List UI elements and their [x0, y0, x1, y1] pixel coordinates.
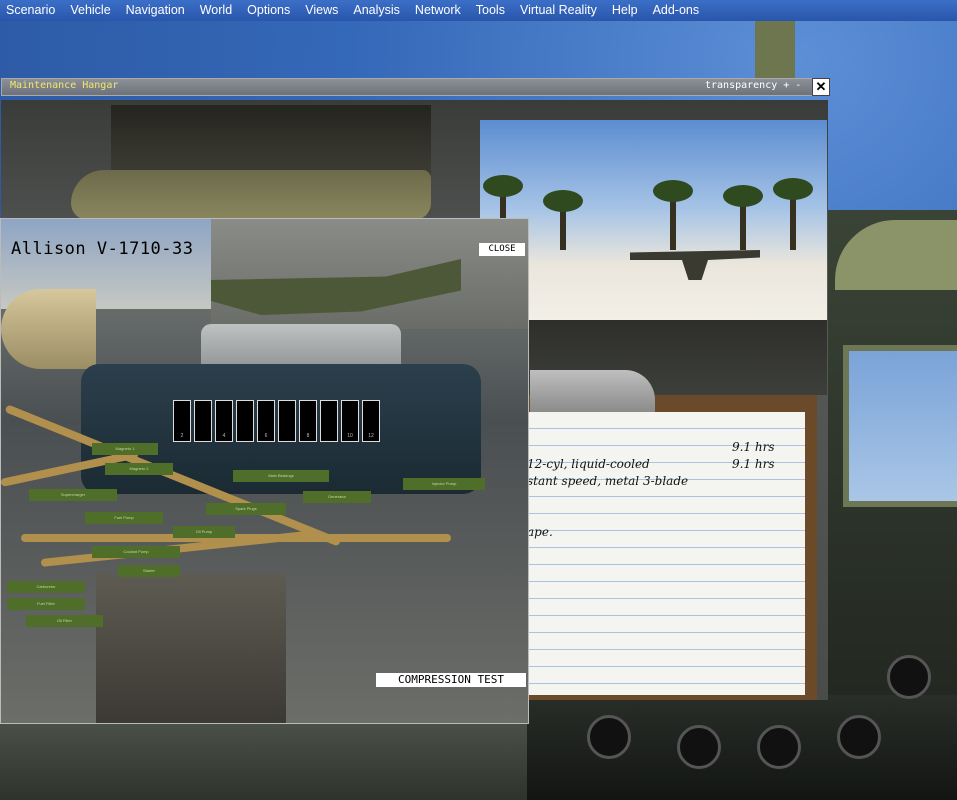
engine-panel: Allison V-1710-33 CLOSE 2 4 6 8 10 12 Ma…	[0, 218, 529, 724]
menu-views[interactable]: Views	[299, 0, 347, 21]
menu-add-ons[interactable]: Add-ons	[647, 0, 709, 21]
cylinder-slot[interactable]: 4	[215, 400, 233, 442]
gauge-icon	[677, 725, 721, 769]
note-hours-2: 9.1 hrs	[732, 457, 775, 471]
hangar-close-button[interactable]: ✕	[812, 78, 830, 96]
notes-paper: 9.1 hrs 12-cyl, liquid-cooled 9.1 hrs st…	[527, 412, 805, 695]
part-button[interactable]: Oil Filter	[26, 615, 103, 627]
part-button[interactable]: Starter	[118, 565, 180, 577]
ground	[0, 722, 527, 800]
cylinder-slot[interactable]: 10	[341, 400, 359, 442]
note-hours-1: 9.1 hrs	[732, 440, 775, 454]
airfield-photo	[480, 120, 827, 320]
compression-test-button[interactable]: COMPRESSION TEST	[376, 673, 526, 687]
part-button[interactable]: Magneto 1	[92, 443, 158, 455]
menu-bar: Scenario Vehicle Navigation World Option…	[0, 0, 957, 21]
cylinder-slot[interactable]	[194, 400, 212, 442]
cylinder-row: 2 4 6 8 10 12	[173, 400, 380, 442]
gauge-icon	[587, 715, 631, 759]
palm-tree	[543, 190, 583, 212]
palm-tree	[723, 185, 763, 207]
part-button[interactable]: Spark Plugs	[206, 503, 286, 515]
part-button[interactable]: Injector Pump	[403, 478, 485, 490]
menu-world[interactable]: World	[194, 0, 241, 21]
part-button[interactable]: Oil Pump	[173, 526, 235, 538]
gauge-icon	[887, 655, 931, 699]
instrument-panel	[527, 655, 957, 800]
cylinder-slot[interactable]: 6	[257, 400, 275, 442]
menu-help[interactable]: Help	[606, 0, 647, 21]
menu-options[interactable]: Options	[241, 0, 299, 21]
canopy-glass	[843, 345, 957, 507]
menu-virtual-reality[interactable]: Virtual Reality	[514, 0, 606, 21]
hangar-window-title: Maintenance Hangar	[10, 80, 119, 91]
palm-tree	[483, 175, 523, 197]
engine-stand	[96, 574, 286, 723]
gauge-icon	[757, 725, 801, 769]
engine-cowl	[1, 289, 96, 369]
part-button[interactable]: Generator	[303, 491, 371, 503]
part-button[interactable]: Magneto 2	[105, 463, 173, 475]
engine-title: Allison V-1710-33	[11, 239, 194, 259]
hangar-window-titlebar[interactable]: Maintenance Hangar transparency + -	[1, 78, 830, 96]
cylinder-slot[interactable]	[278, 400, 296, 442]
menu-analysis[interactable]: Analysis	[347, 0, 409, 21]
part-button[interactable]: Coolant Pump	[92, 546, 180, 558]
hangar-aircraft	[71, 170, 431, 220]
part-button[interactable]: Fuel Pump	[85, 512, 163, 524]
note-propeller: stant speed, metal 3-blade	[527, 474, 689, 488]
note-engine-type: 12-cyl, liquid-cooled	[527, 457, 650, 471]
transparency-control[interactable]: transparency + -	[705, 80, 801, 91]
part-button[interactable]: Fuel Filter	[7, 598, 85, 610]
menu-network[interactable]: Network	[409, 0, 470, 21]
note-line-4: ape.	[527, 525, 553, 539]
part-button[interactable]: Main Bearings	[233, 470, 329, 482]
menu-tools[interactable]: Tools	[470, 0, 514, 21]
part-button[interactable]: Supercharger	[29, 489, 117, 501]
cylinder-slot[interactable]	[236, 400, 254, 442]
gauge-icon	[837, 715, 881, 759]
cylinder-slot[interactable]	[320, 400, 338, 442]
cylinder-slot[interactable]: 2	[173, 400, 191, 442]
menu-vehicle[interactable]: Vehicle	[64, 0, 119, 21]
menu-scenario[interactable]: Scenario	[0, 0, 64, 21]
engine-close-button[interactable]: CLOSE	[479, 243, 525, 256]
palm-tree	[773, 178, 813, 200]
cylinder-slot[interactable]: 8	[299, 400, 317, 442]
cylinder-slot[interactable]: 12	[362, 400, 380, 442]
menu-navigation[interactable]: Navigation	[120, 0, 194, 21]
palm-tree	[653, 180, 693, 202]
part-button[interactable]: Carburetor	[7, 581, 85, 593]
